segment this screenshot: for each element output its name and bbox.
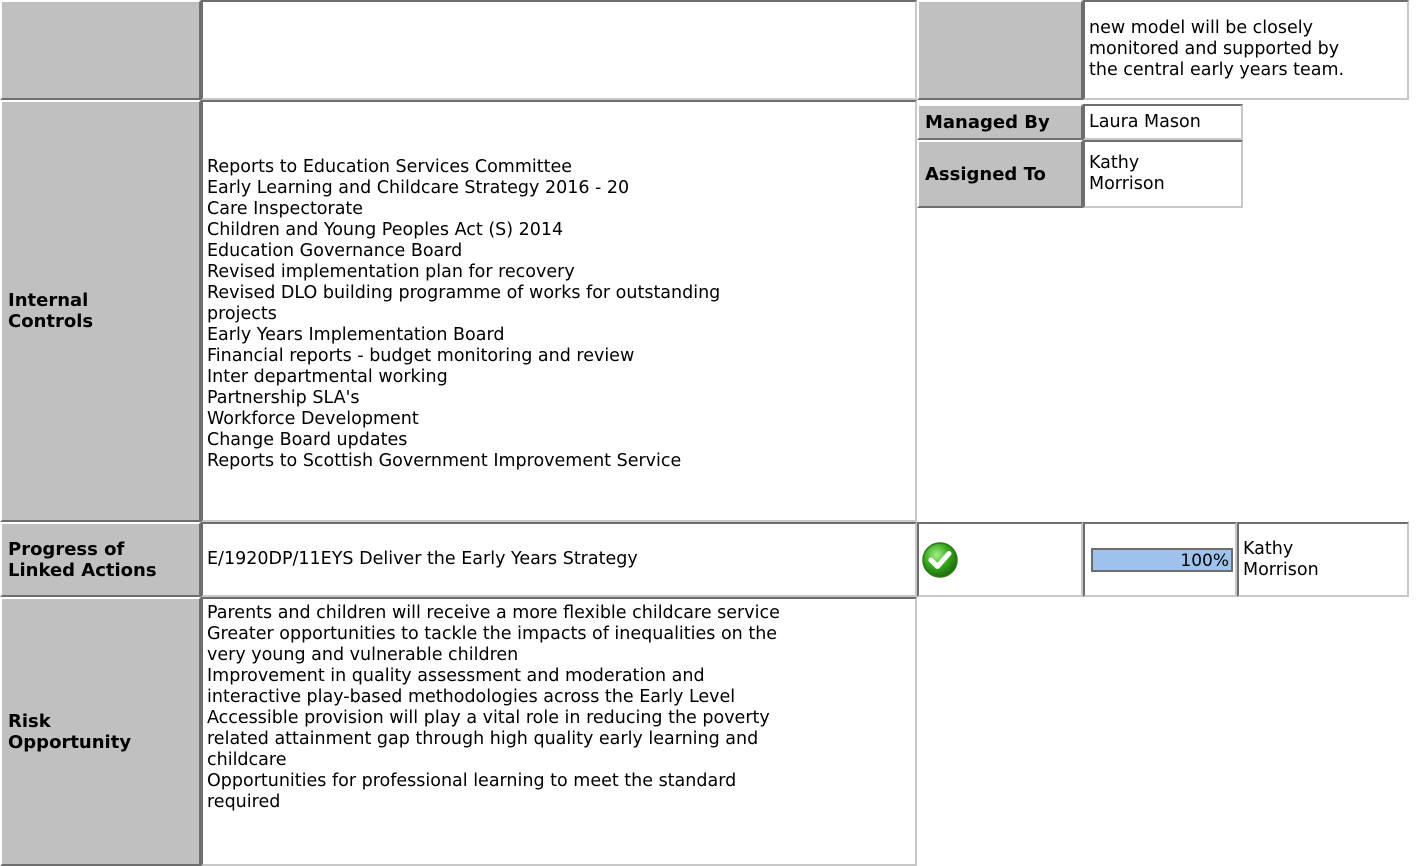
list-item: Education Governance Board bbox=[207, 240, 463, 261]
list-item: projects bbox=[207, 303, 277, 324]
list-item: Reports to Scottish Government Improveme… bbox=[207, 450, 682, 471]
list-item: Care Inspectorate bbox=[207, 198, 364, 219]
progress-text: 100% bbox=[1180, 550, 1229, 571]
list-item: Revised implementation plan for recovery bbox=[207, 261, 575, 282]
list-item: Revised DLO building programme of works … bbox=[207, 282, 721, 303]
internal-controls-label: Internal Controls bbox=[0, 100, 201, 522]
green-check-icon bbox=[922, 541, 958, 578]
top-grey-cell bbox=[917, 0, 1083, 100]
linked-action-link[interactable]: E/1920DP/11EYS Deliver the Early Years S… bbox=[201, 522, 917, 597]
list-item: Parents and children will receive a more… bbox=[207, 603, 780, 623]
managed-by-label: Managed By bbox=[917, 104, 1083, 140]
progress-cell: 100% bbox=[1083, 522, 1237, 597]
top-row-text: new model will be closely monitored and … bbox=[1083, 0, 1409, 100]
list-item: related attainment gap through high qual… bbox=[207, 729, 759, 749]
top-content-cell bbox=[201, 0, 917, 100]
assigned-to-value: Kathy Morrison bbox=[1083, 140, 1243, 208]
progress-bar: 100% bbox=[1091, 547, 1233, 572]
status-cell bbox=[917, 522, 1083, 597]
list-item: Early Years Implementation Board bbox=[207, 324, 505, 345]
assigned-to-label: Assigned To bbox=[917, 140, 1083, 208]
list-item: Opportunities for professional learning … bbox=[207, 771, 737, 791]
list-item: Financial reports - budget monitoring an… bbox=[207, 345, 635, 366]
list-item: Reports to Education Services Committee bbox=[207, 156, 573, 177]
risk-opportunity-label: Risk Opportunity bbox=[0, 597, 201, 866]
internal-controls-list: Reports to Education Services Committee … bbox=[201, 100, 917, 522]
top-label-cell bbox=[0, 0, 201, 100]
list-item: Partnership SLA's bbox=[207, 387, 360, 408]
risk-opportunity-list: Parents and children will receive a more… bbox=[201, 597, 917, 866]
list-item: interactive play-based methodologies acr… bbox=[207, 687, 736, 707]
list-item: very young and vulnerable children bbox=[207, 645, 519, 665]
list-item: Accessible provision will play a vital r… bbox=[207, 708, 770, 728]
action-owner: Kathy Morrison bbox=[1237, 522, 1409, 597]
list-item: Early Learning and Childcare Strategy 20… bbox=[207, 177, 630, 198]
linked-actions-label: Progress of Linked Actions bbox=[0, 522, 201, 597]
list-item: Improvement in quality assessment and mo… bbox=[207, 666, 705, 686]
list-item: childcare bbox=[207, 750, 287, 770]
list-item: Greater opportunities to tackle the impa… bbox=[207, 624, 778, 644]
list-item: required bbox=[207, 792, 281, 812]
managed-by-value: Laura Mason bbox=[1083, 104, 1243, 140]
list-item: Change Board updates bbox=[207, 429, 408, 450]
list-item: Children and Young Peoples Act (S) 2014 bbox=[207, 219, 564, 240]
list-item: Workforce Development bbox=[207, 408, 419, 429]
list-item: Inter departmental working bbox=[207, 366, 448, 387]
